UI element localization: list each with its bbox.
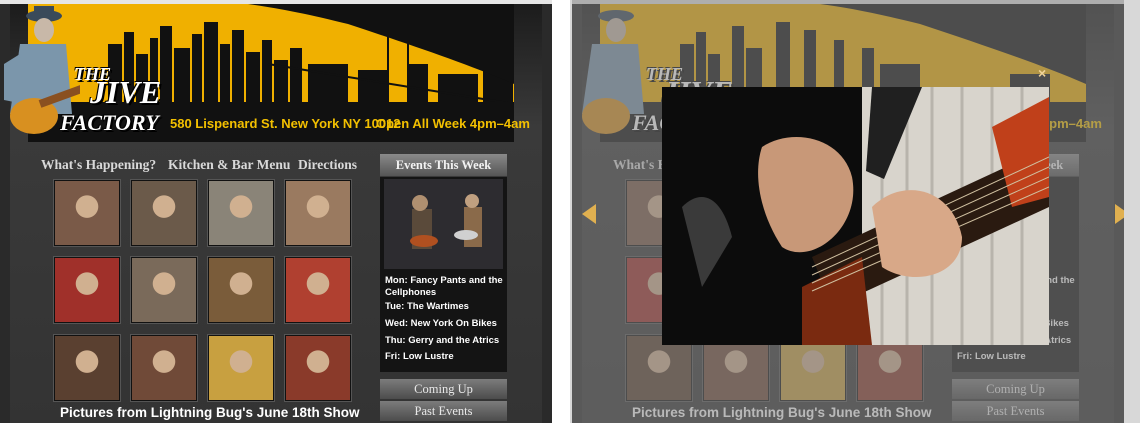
gallery-thumbnail[interactable] — [285, 335, 351, 401]
gallery-thumbnail[interactable] — [131, 335, 197, 401]
gallery-thumbnail[interactable] — [285, 257, 351, 323]
site-page-dimmed: THE JIVE FACTORY 580 Lispenard St. New Y… — [572, 0, 1124, 423]
prev-arrow-icon[interactable] — [582, 204, 596, 224]
nav-whats-happening[interactable]: What's Happening? — [41, 157, 156, 173]
gallery-thumbnail[interactable] — [285, 180, 351, 246]
past-events-button[interactable]: Past Events — [380, 401, 507, 421]
event-fri[interactable]: Fri: Low Lustre — [385, 351, 505, 363]
page-screenshot-normal: THE JIVE FACTORY 580 Lispenard St. New Y… — [0, 0, 552, 423]
events-panel: Mon: Fancy Pants and the Cellphones Tue:… — [380, 177, 507, 372]
gallery-thumbnail[interactable] — [131, 180, 197, 246]
coming-up-button[interactable]: Coming Up — [380, 379, 507, 399]
events-header: Events This Week — [380, 154, 507, 176]
event-wed[interactable]: Wed: New York On Bikes — [385, 318, 505, 330]
gallery-caption: Pictures from Lightning Bug's June 18th … — [60, 405, 360, 420]
gallery-thumbnail[interactable] — [54, 180, 120, 246]
gallery-thumbnail[interactable] — [131, 257, 197, 323]
address-text: 580 Lispenard St. New York NY 10012 — [170, 116, 401, 131]
close-icon[interactable]: × — [1038, 65, 1046, 81]
logo-text-factory: FACTORY — [60, 110, 159, 135]
hours-text: Open All Week 4pm–4am — [376, 116, 530, 131]
page-screenshot-lightbox: THE JIVE FACTORY 580 Lispenard St. New Y… — [570, 0, 1140, 423]
gallery-thumbnail[interactable] — [208, 257, 274, 323]
band-photo[interactable] — [384, 179, 503, 269]
event-mon[interactable]: Mon: Fancy Pants and the Cellphones — [385, 275, 505, 299]
guitar-closeup-photo — [662, 87, 1049, 345]
gallery-thumbnail[interactable] — [208, 180, 274, 246]
nav-directions[interactable]: Directions — [298, 157, 357, 173]
gallery-thumbnail[interactable] — [208, 335, 274, 401]
site-header: THE JIVE FACTORY 580 Lispenard St. New Y… — [0, 4, 552, 142]
gallery-thumbnail[interactable] — [54, 335, 120, 401]
site-page: THE JIVE FACTORY 580 Lispenard St. New Y… — [0, 0, 552, 423]
lightbox-image — [662, 87, 1049, 345]
next-arrow-icon[interactable] — [1115, 204, 1124, 224]
event-tue[interactable]: Tue: The Wartimes — [385, 301, 505, 313]
gallery-thumbnail[interactable] — [54, 257, 120, 323]
logo-text-jive: JIVE — [90, 74, 162, 110]
event-thu[interactable]: Thu: Gerry and the Atrics — [385, 335, 505, 347]
nav-kitchen-bar-menu[interactable]: Kitchen & Bar Menu — [168, 157, 290, 173]
